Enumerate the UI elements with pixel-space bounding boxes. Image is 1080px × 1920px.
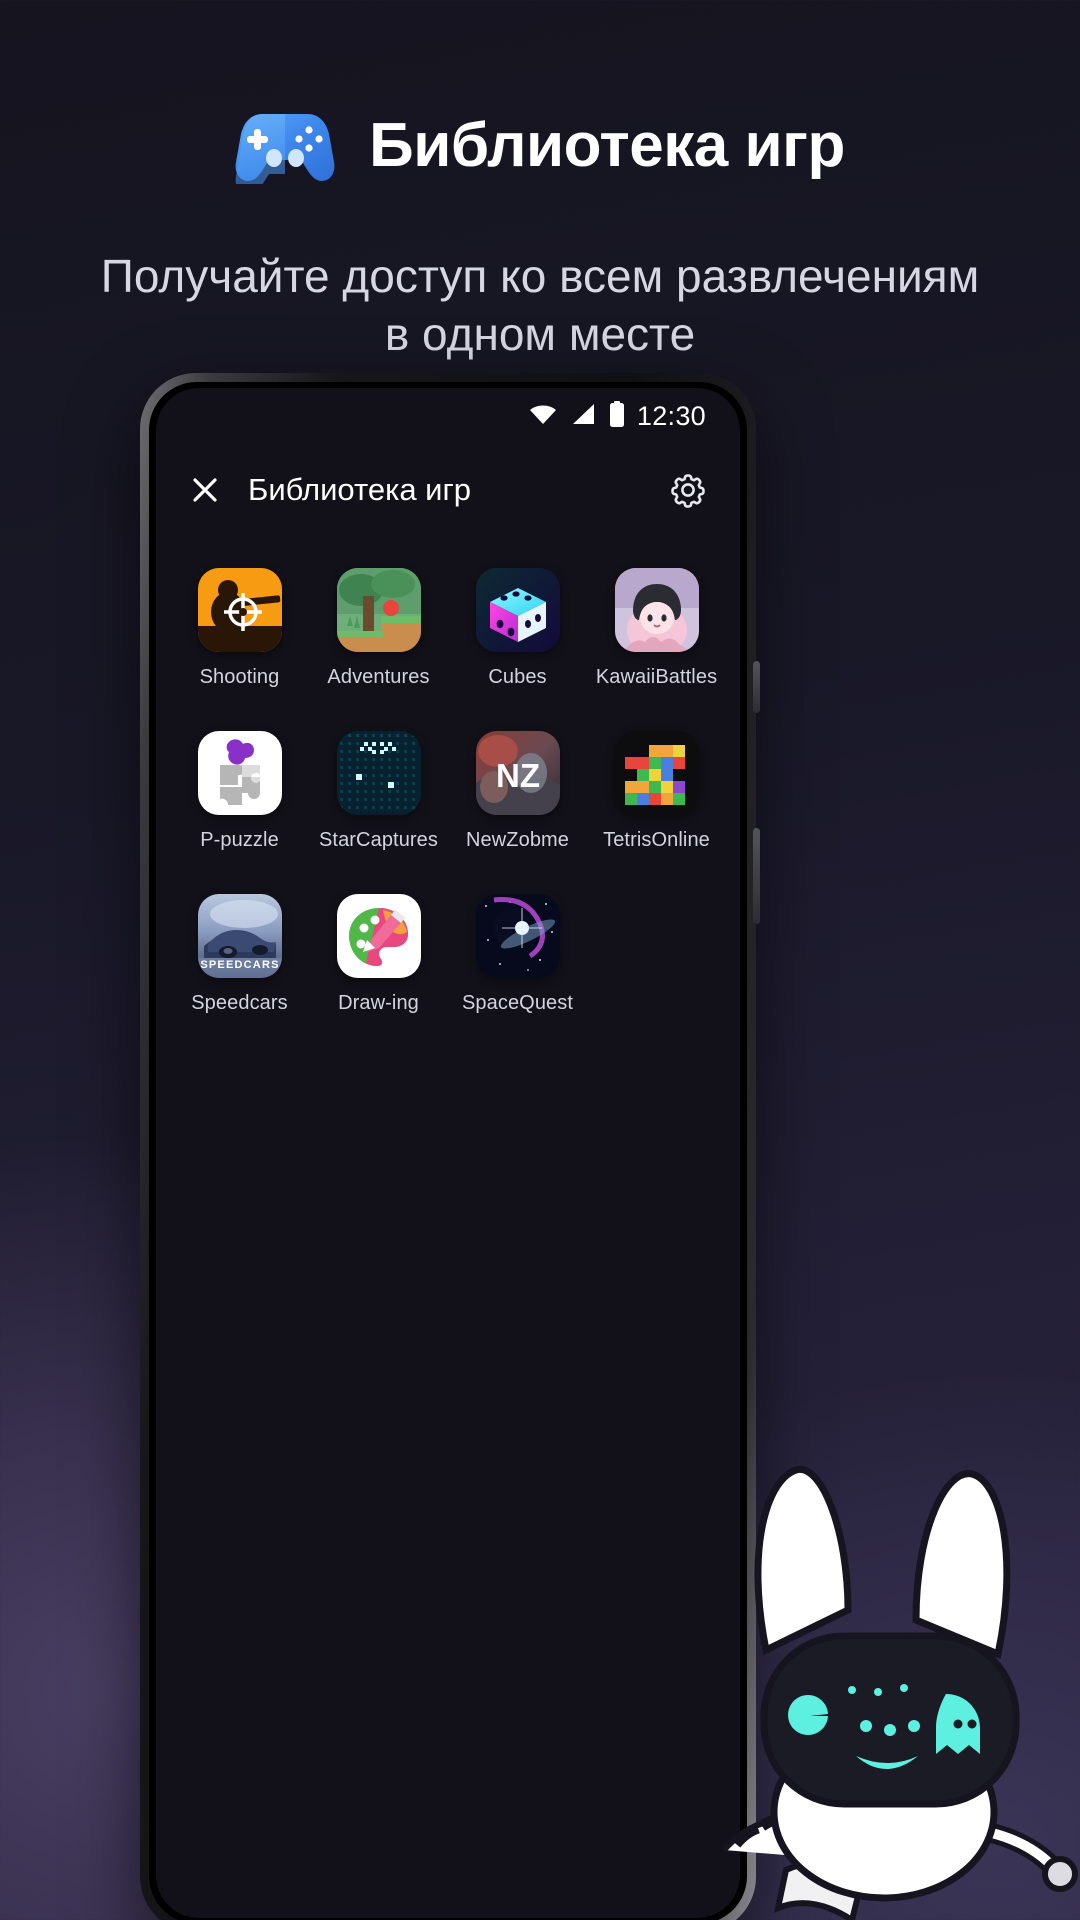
shooting-game-icon[interactable] <box>197 568 282 652</box>
newzobme-game-icon[interactable]: NZ <box>475 731 560 815</box>
spacequest-game-icon[interactable] <box>475 894 560 978</box>
starcaptures-game-icon[interactable] <box>336 731 421 815</box>
app-bar: Библиотека игр <box>156 444 740 536</box>
game-label: NewZobme <box>465 829 570 851</box>
game-badge: NZ <box>496 757 540 794</box>
phone-volume-button <box>753 828 760 924</box>
game-tile[interactable]: Shooting <box>170 568 309 689</box>
kawaiibattles-game-icon[interactable] <box>614 568 699 652</box>
page-subtitle: Получайте доступ ко всем развлечениям в … <box>100 250 980 360</box>
game-label: StarCaptures <box>318 829 439 851</box>
game-tile[interactable]: SPEEDCARS Speedcars <box>170 894 309 1015</box>
status-bar: 12:30 <box>156 388 740 444</box>
game-label: Shooting <box>199 666 280 688</box>
page-header: Библиотека игр <box>0 108 1080 184</box>
cubes-game-icon[interactable] <box>475 568 560 652</box>
game-tile[interactable]: SpaceQuest <box>448 894 587 1015</box>
game-tile[interactable]: NZ NewZobme <box>448 731 587 852</box>
game-tile[interactable]: P-puzzle <box>170 731 309 852</box>
tetrisonline-game-icon[interactable] <box>614 731 699 815</box>
speedcars-game-icon[interactable]: SPEEDCARS <box>197 894 282 978</box>
game-tile[interactable]: Adventures <box>309 568 448 689</box>
game-tile[interactable]: StarCaptures <box>309 731 448 852</box>
wifi-icon <box>528 402 558 431</box>
gear-icon[interactable] <box>666 468 710 512</box>
drawing-game-icon[interactable] <box>336 894 421 978</box>
game-label: SpaceQuest <box>461 992 574 1014</box>
games-grid: Shooting Adventures Cubes KawaiiBattles … <box>156 536 740 1015</box>
adventures-game-icon[interactable] <box>336 568 421 652</box>
game-label: Adventures <box>327 666 430 688</box>
game-badge: SPEEDCARS <box>200 959 279 971</box>
game-label: Cubes <box>488 666 547 688</box>
game-tile[interactable]: TetrisOnline <box>587 731 726 852</box>
game-label: P-puzzle <box>200 829 279 851</box>
gamepad-icon <box>235 108 335 184</box>
status-time: 12:30 <box>636 400 706 431</box>
signal-icon <box>570 402 597 431</box>
game-label: Draw-ing <box>338 992 419 1014</box>
ppuzzle-game-icon[interactable] <box>197 731 282 815</box>
game-tile[interactable]: Cubes <box>448 568 587 689</box>
page-title: Библиотека игр <box>369 111 845 180</box>
game-tile[interactable]: KawaiiBattles <box>587 568 726 689</box>
game-label: TetrisOnline <box>603 829 710 851</box>
battery-icon <box>609 400 625 432</box>
phone-power-button <box>753 661 760 713</box>
game-label: Speedcars <box>191 992 288 1014</box>
game-label: KawaiiBattles <box>595 666 718 688</box>
app-bar-title: Библиотека игр <box>248 472 472 507</box>
close-icon[interactable] <box>182 467 228 513</box>
game-tile[interactable]: Draw-ing <box>309 894 448 1015</box>
